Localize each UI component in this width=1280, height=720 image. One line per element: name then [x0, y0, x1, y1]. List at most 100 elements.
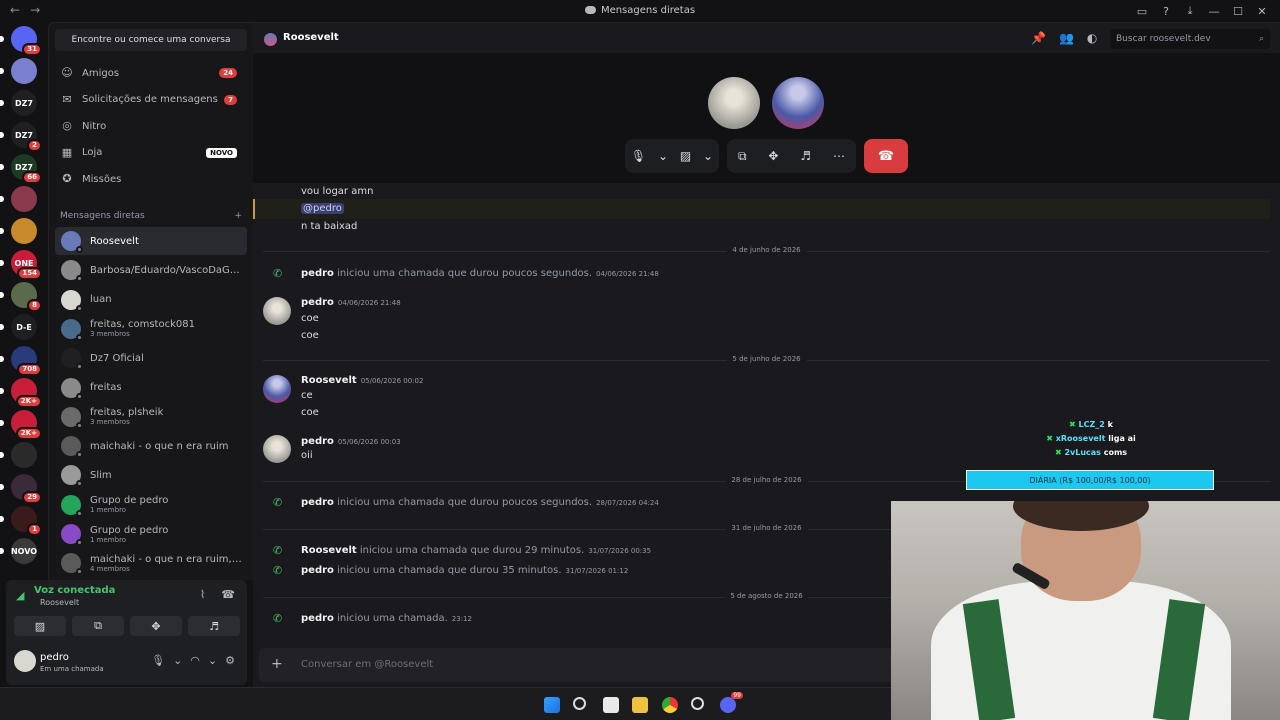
server-icon[interactable]: 2K+ [0, 410, 42, 440]
screen-share-icon[interactable]: ⧉ [738, 149, 747, 164]
message-line: ce [301, 390, 313, 401]
server-icon[interactable]: 29 [0, 474, 42, 504]
search-icon[interactable] [573, 697, 586, 710]
dm-item[interactable]: maichaki - o que n era ruim [55, 432, 247, 460]
profile-icon[interactable]: ◐ [1087, 31, 1097, 45]
server-icon[interactable] [0, 218, 37, 244]
more-icon[interactable]: ⋯ [833, 149, 845, 163]
server-icon[interactable] [0, 442, 37, 468]
avatar[interactable] [263, 375, 291, 403]
download-icon[interactable]: ⤓ [1178, 2, 1202, 20]
headphones-icon[interactable]: ◠ [190, 654, 200, 667]
dm-item[interactable]: freitas, comstock081 3 membros [55, 315, 247, 343]
unread-badge: 1 [27, 523, 42, 536]
server-icon[interactable]: 1 [0, 506, 42, 536]
inbox-icon[interactable]: ▭ [1130, 2, 1154, 20]
dm-item[interactable]: freitas, plsheik 3 membros [55, 403, 247, 431]
goal-bar: DIÁRIA (R$ 100,00/R$ 100,00) [966, 470, 1214, 490]
discord-taskbar-icon[interactable]: 99 [720, 692, 743, 713]
chevron-down-icon[interactable]: ⌄ [208, 654, 217, 667]
hang-up-button[interactable]: ☎ [864, 139, 908, 173]
pin-icon[interactable]: 📌 [1031, 31, 1046, 45]
xbox-icon: ✖ [1054, 448, 1065, 457]
unread-badge: 708 [17, 363, 42, 376]
chevron-down-icon[interactable]: ⌄ [173, 654, 182, 667]
soundboard-icon[interactable]: ♬ [800, 149, 811, 163]
nav-item-quests[interactable]: ✪ Missões [55, 167, 247, 191]
chevron-down-icon[interactable]: ⌄ [703, 149, 713, 163]
avatar[interactable] [263, 297, 291, 325]
server-icon[interactable]: DZ7 66 [0, 154, 42, 184]
message-group: pedro 05/06/2026 00:03 [301, 436, 401, 447]
server-icon[interactable]: 708 [0, 346, 42, 376]
voice-channel[interactable]: Roosevelt [40, 598, 79, 607]
start-icon[interactable] [544, 697, 560, 713]
search-input[interactable]: Buscar roosevelt.dev ⌕ [1110, 29, 1270, 49]
dm-item[interactable]: Barbosa/Eduardo/VascoDaGam... [55, 256, 247, 284]
server-icon[interactable]: ONE 154 [0, 250, 42, 280]
server-icon[interactable] [0, 186, 37, 212]
find-conversation-button[interactable]: Encontre ou comece uma conversa [55, 29, 247, 51]
dm-item[interactable]: freitas [55, 374, 247, 402]
add-friends-icon[interactable]: 👥 [1059, 31, 1074, 45]
chrome-icon[interactable] [662, 697, 678, 713]
message-line: coe [301, 407, 319, 418]
dm-item[interactable]: Roosevelt [55, 227, 247, 255]
avatar[interactable] [263, 435, 291, 463]
soundboard-button[interactable]: ♬ [188, 616, 240, 636]
status-indicator [76, 363, 83, 371]
server-icon[interactable]: 2K+ [0, 378, 42, 408]
camera-off-icon[interactable]: ▨ [680, 149, 691, 163]
server-icon[interactable]: 8 [0, 282, 42, 312]
server-icon[interactable]: D-E [0, 314, 37, 340]
server-icon[interactable]: NOVO [0, 538, 37, 564]
dm-item[interactable]: Grupo de pedro 1 membro [55, 520, 247, 548]
chevron-down-icon[interactable]: ⌄ [658, 149, 668, 163]
add-attachment-icon[interactable]: + [271, 656, 283, 672]
noise-suppression-icon[interactable]: ⌇ [200, 588, 205, 601]
close-button[interactable]: ✕ [1250, 2, 1274, 20]
user-mention[interactable]: @pedro [301, 203, 344, 214]
dm-item[interactable]: Slim [55, 461, 247, 489]
file-explorer-icon[interactable] [632, 697, 648, 713]
nav-item-mail[interactable]: ✉ Solicitações de mensagens 7 [55, 88, 247, 112]
server-icon[interactable]: DZ7 2 [0, 122, 42, 152]
nav-item-friends[interactable]: ☺ Amigos 24 [55, 61, 247, 85]
help-icon[interactable]: ? [1154, 2, 1178, 20]
app-icon[interactable] [691, 697, 704, 710]
user-name[interactable]: pedro [40, 652, 69, 663]
camera-off-button[interactable]: ▨ [14, 616, 66, 636]
server-icon[interactable]: 31 [0, 26, 42, 56]
new-badge: NOVO [206, 147, 237, 158]
message-input[interactable]: Conversar em @Roosevelt [301, 659, 433, 670]
task-view-icon[interactable] [603, 697, 619, 713]
minimize-button[interactable]: — [1202, 2, 1226, 20]
activities-button[interactable]: ✥ [130, 616, 182, 636]
server-icon[interactable] [0, 58, 37, 84]
dm-item[interactable]: Grupo de pedro 1 membro [55, 491, 247, 519]
microphone-icon[interactable]: 🎙 [631, 149, 646, 163]
nav-item-nitro[interactable]: ◎ Nitro [55, 114, 247, 138]
dm-item[interactable]: maichaki - o que n era ruim, Roo...4 mem… [55, 549, 247, 577]
server-icon[interactable]: DZ7 [0, 90, 37, 116]
gear-icon[interactable]: ⚙ [225, 654, 235, 667]
dm-item[interactable]: Dz7 Oficial [55, 344, 247, 372]
message-line: n ta baixad [301, 221, 358, 232]
maximize-button[interactable]: ☐ [1226, 2, 1250, 20]
avatar [61, 289, 83, 312]
call-participant-roosevelt[interactable] [772, 77, 824, 129]
nitro-icon: ◎ [62, 119, 72, 133]
nav-item-shop[interactable]: ▦ Loja NOVO [55, 141, 247, 165]
microphone-icon[interactable]: 🎙 [151, 654, 165, 667]
call-participant-pedro[interactable] [708, 77, 760, 129]
avatar[interactable] [14, 650, 36, 672]
activities-icon[interactable]: ✥ [768, 149, 778, 163]
status-indicator [76, 304, 83, 312]
voice-status[interactable]: Voz conectada [14, 585, 115, 596]
message-line: oii [301, 450, 313, 461]
create-dm-icon[interactable]: + [234, 211, 242, 221]
dm-item[interactable]: luan [55, 286, 247, 314]
overlay-chat-line: ✖ LCZ_2 k [1069, 420, 1113, 429]
disconnect-icon[interactable]: ☎ [221, 588, 235, 601]
screen-share-button[interactable]: ⧉ [72, 616, 124, 636]
